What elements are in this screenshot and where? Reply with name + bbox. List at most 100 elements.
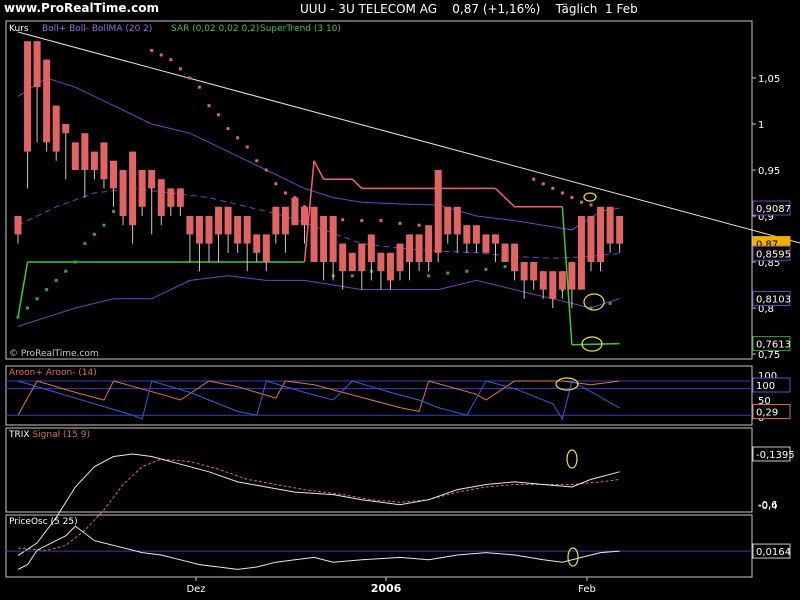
candle-body	[606, 206, 614, 244]
sar-dot	[589, 203, 593, 207]
candle-body	[43, 59, 51, 143]
sar-dot	[73, 260, 77, 264]
candle-body	[71, 142, 79, 170]
price-tag-0-8103-text: 0,8103	[756, 295, 791, 306]
candle-body	[186, 216, 194, 235]
candle-body	[167, 188, 175, 207]
sar-dot	[570, 196, 574, 200]
candle-body	[463, 225, 471, 244]
candle-body	[425, 225, 433, 262]
trix-legend-signal: Signal (15 9)	[32, 430, 90, 440]
candle-body	[310, 206, 318, 262]
candle-body	[291, 197, 299, 226]
candle-body	[148, 170, 156, 189]
candle-body	[549, 271, 557, 299]
candle-body	[453, 206, 461, 235]
sar-dot	[26, 306, 30, 310]
candle-body	[367, 234, 375, 262]
sar-dot	[264, 168, 268, 172]
price-tag-0-8595-text: 0,8595	[756, 249, 791, 260]
price-chart[interactable]: 1,0510,950,90,850,80,750,90870,870,85950…	[0, 0, 800, 600]
aroon-tag-down: 0,29	[752, 404, 791, 420]
candle-body	[110, 160, 117, 189]
candle-body	[253, 234, 261, 253]
sar-dot	[360, 219, 364, 223]
candle-body	[157, 179, 165, 216]
sar-dot	[379, 219, 383, 223]
trix-legend-trix: TRIX	[8, 430, 30, 440]
sar-dot	[159, 53, 163, 57]
trix-tag-text: -0,1395	[756, 450, 795, 461]
price-tag-0-8103: 0,8103	[752, 291, 791, 307]
candle-body	[272, 206, 280, 235]
sar-dot	[112, 209, 115, 213]
aroon-tag-down-text: 0,29	[756, 408, 778, 419]
candle-body	[62, 124, 70, 134]
candle-body	[52, 105, 60, 152]
aroon-panel-frame	[5, 365, 753, 426]
candle-body	[386, 252, 394, 281]
sar-dot	[484, 267, 488, 271]
price-panel-label: Kurs	[9, 24, 29, 34]
sar-dot	[236, 136, 240, 140]
price-tag-0-7613-text: 0,7613	[756, 340, 791, 351]
price-tick-label: 1,05	[758, 74, 780, 85]
sar-dot	[446, 271, 450, 275]
xaxis-label-feb: Feb	[578, 584, 596, 595]
candle-body	[348, 252, 356, 272]
sar-dot	[274, 182, 278, 186]
priceosc-tag: 0,0164	[752, 543, 791, 559]
sar-dot	[83, 242, 87, 246]
sar-dot	[427, 274, 431, 278]
price-panel-frame	[5, 20, 753, 360]
candle-body	[33, 41, 41, 88]
candle-body	[301, 206, 308, 226]
candle-body	[195, 216, 203, 244]
price-tag-0-7613: 0,7613	[752, 336, 791, 352]
xaxis-label-dez: Dez	[186, 584, 205, 595]
candle-body	[558, 271, 566, 290]
sar-dot	[532, 177, 536, 181]
sar-dot	[92, 232, 96, 236]
candle-body	[205, 216, 213, 244]
sar-dot	[283, 191, 287, 195]
candle-body	[444, 206, 452, 235]
sar-dot	[45, 288, 49, 292]
candle-body	[597, 206, 605, 262]
sar-dot	[341, 218, 345, 222]
aroon-tag-up-text: 100	[756, 381, 775, 392]
sar-dot	[207, 104, 211, 108]
sar-dot	[35, 297, 39, 301]
candle-body	[472, 225, 480, 244]
supertrend-legend: SuperTrend (3 10)	[260, 24, 341, 34]
sar-dot	[608, 301, 612, 305]
aroon-tag-up: 100	[752, 377, 791, 393]
candle-body	[501, 243, 509, 262]
candle-body	[616, 216, 624, 244]
candle-body	[415, 234, 423, 262]
candle-body	[396, 243, 404, 272]
sar-dot	[54, 278, 58, 282]
candle-body	[243, 216, 251, 244]
trix-legend: TRIX Signal (15 9)	[8, 430, 90, 440]
sar-dot	[217, 113, 221, 117]
sar-dot	[417, 223, 421, 227]
sar-dot	[465, 269, 469, 273]
price-tick-label: 1	[758, 120, 764, 131]
candle-body	[587, 216, 595, 262]
candle-body	[377, 252, 385, 272]
candle-body	[24, 41, 32, 152]
sar-dot	[255, 159, 259, 163]
xaxis-label-2006: 2006	[371, 582, 402, 595]
priceosc-legend: PriceOsc (5 25)	[9, 517, 78, 527]
sar-dot	[188, 76, 192, 80]
sar-dot	[398, 221, 402, 225]
sar-dot	[245, 145, 249, 149]
bollinger-legend: Boll+ Boll- BollMA (20 2)	[42, 24, 152, 34]
candle-body	[539, 271, 547, 290]
candle-body	[14, 216, 22, 235]
candle-body	[81, 133, 89, 170]
price-tag-0-9087: 0,9087	[752, 200, 791, 216]
candle-body	[100, 142, 108, 180]
sar-dot	[102, 223, 106, 227]
